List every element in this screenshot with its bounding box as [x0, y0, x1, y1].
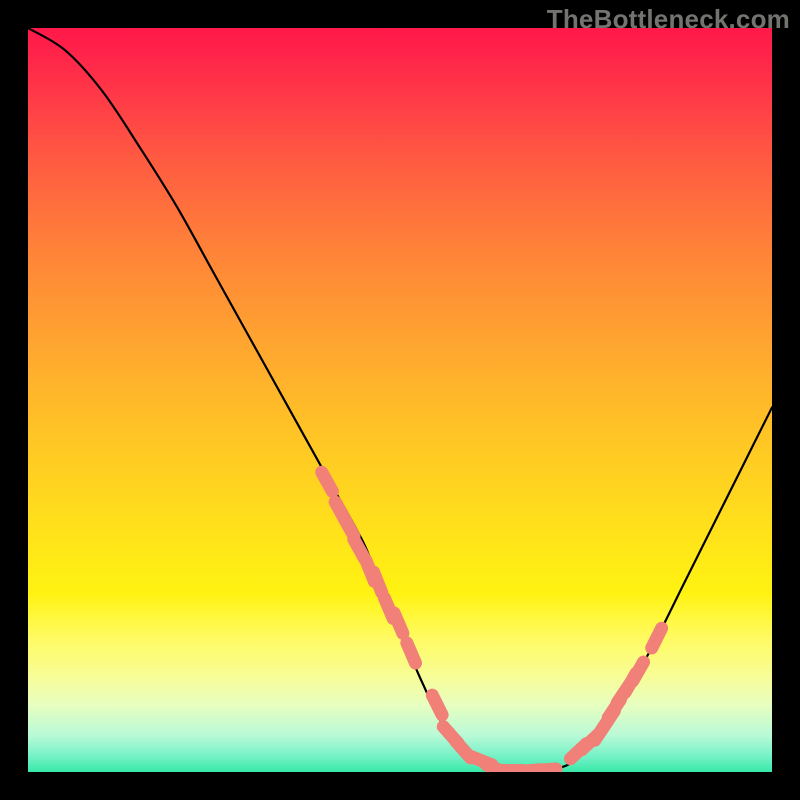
marker-dash: [394, 613, 403, 633]
watermark-text: TheBottleneck.com: [547, 4, 790, 35]
marker-cluster-left: [322, 472, 523, 772]
marker-cluster-right: [519, 628, 661, 771]
marker-dash: [534, 769, 556, 771]
marker-dash: [322, 472, 333, 491]
curve-path-group: [28, 28, 772, 772]
marker-dash: [633, 662, 644, 681]
marker-dash: [374, 572, 382, 592]
main-curve: [28, 28, 772, 772]
marker-dash: [407, 643, 416, 663]
chart-svg: [28, 28, 772, 772]
marker-dash: [652, 628, 662, 648]
marker-dash: [432, 695, 442, 715]
plot-area: [28, 28, 772, 772]
